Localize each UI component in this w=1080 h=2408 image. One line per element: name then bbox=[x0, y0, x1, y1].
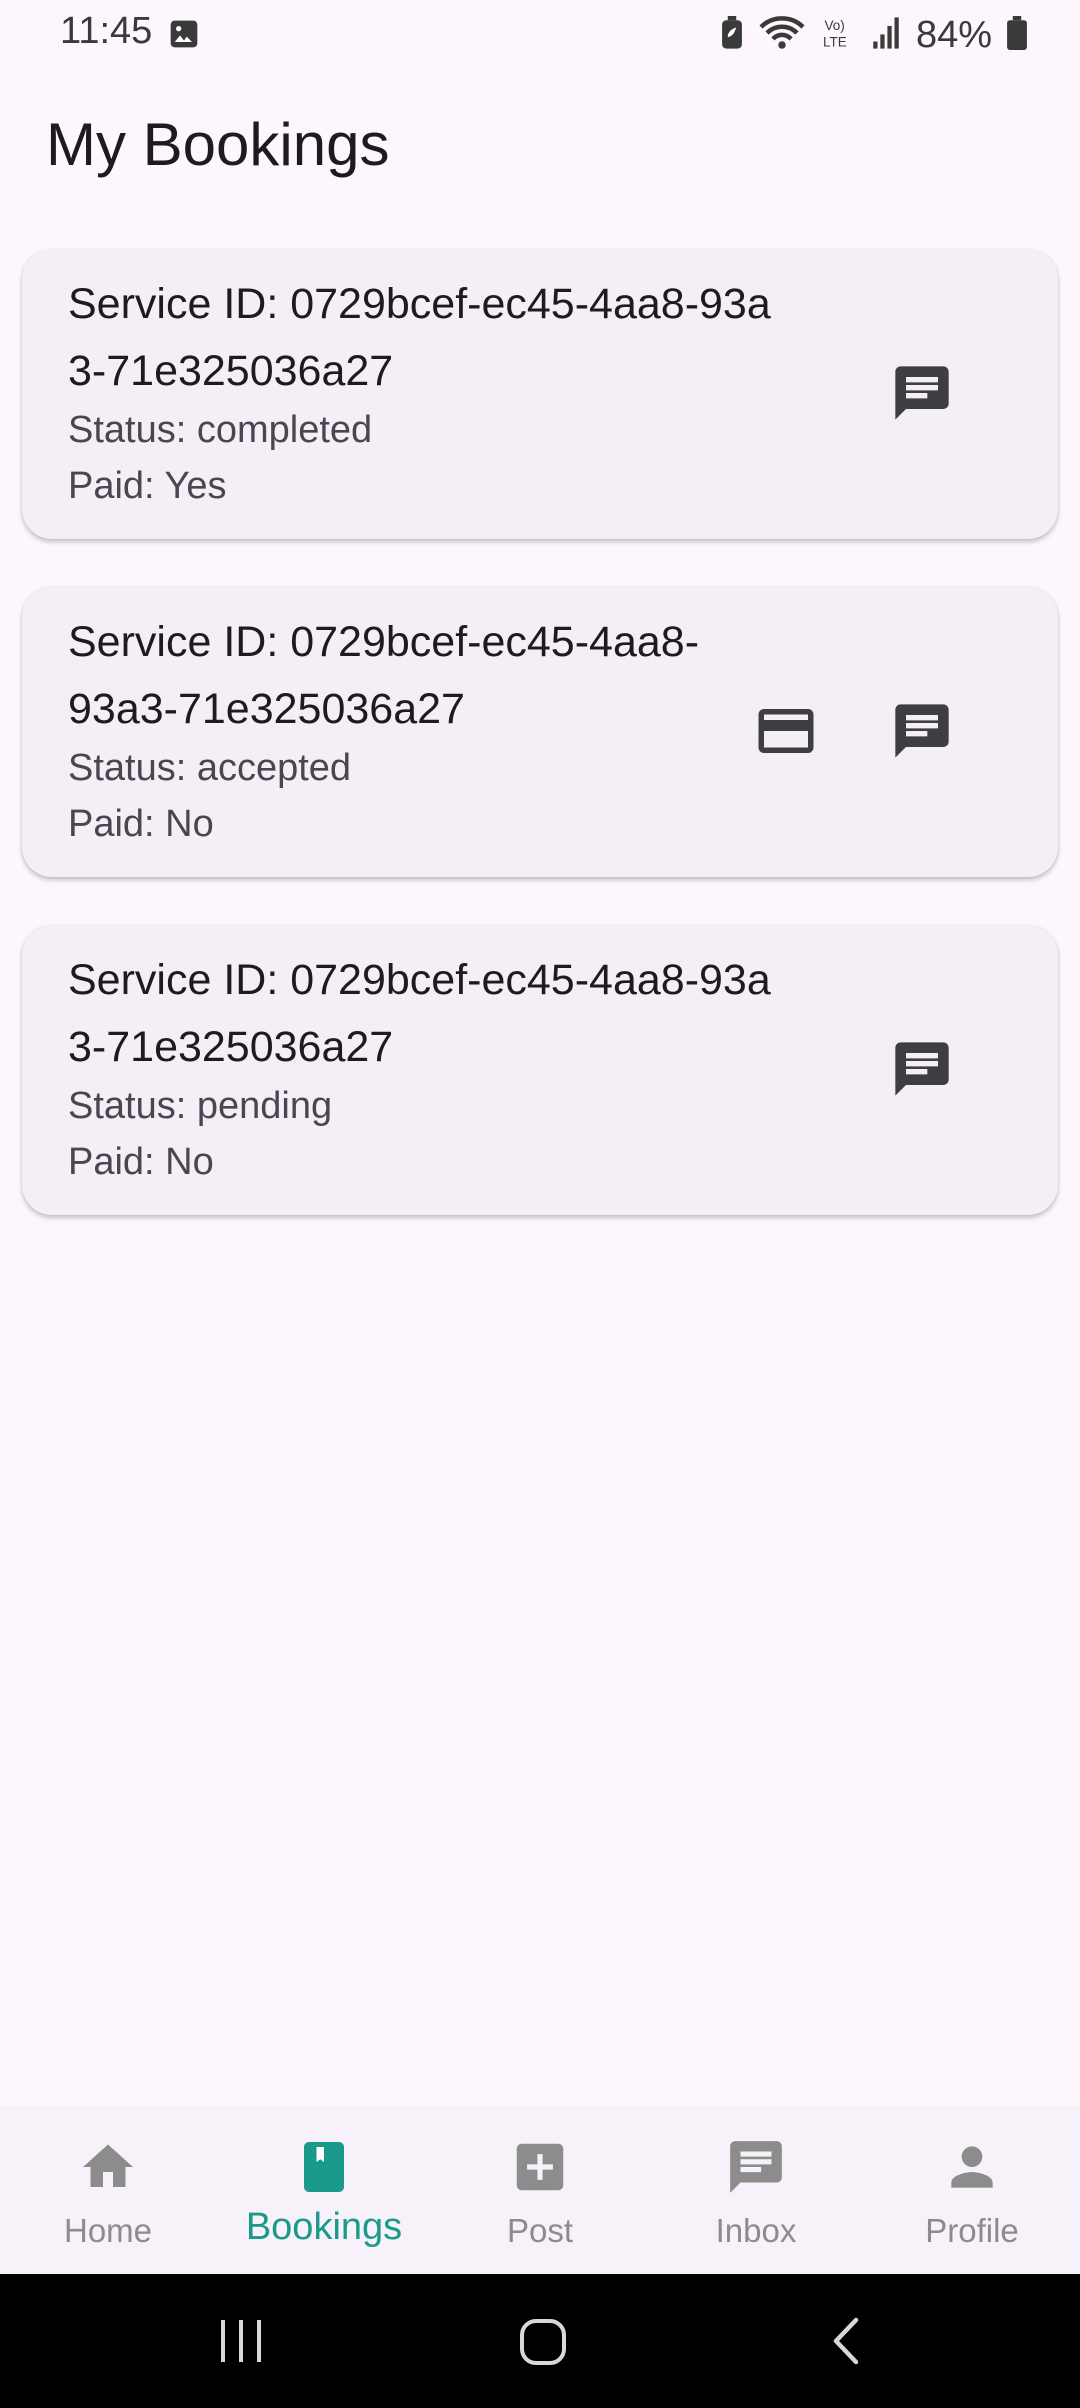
page-title: My Bookings bbox=[46, 111, 390, 178]
chat-icon bbox=[890, 1037, 954, 1106]
image-icon bbox=[168, 18, 200, 55]
payment-status: Paid: Yes bbox=[68, 465, 227, 507]
service-id: Service ID: 0729bcef-ec45-4aa8-93a3-71e3… bbox=[68, 956, 771, 1071]
person-icon bbox=[941, 2136, 1003, 2198]
status-bar: 11:45 Vo) LTE 84% bbox=[0, 0, 1080, 70]
svg-text:Vo): Vo) bbox=[824, 18, 844, 33]
nav-label: Inbox bbox=[715, 2212, 797, 2249]
system-navigation-bar bbox=[0, 2274, 1080, 2408]
nav-label: Home bbox=[63, 2212, 153, 2249]
service-id: Service ID: 0729bcef-ec45-4aa8-93a3-71e3… bbox=[68, 618, 700, 733]
volte-icon: Vo) LTE bbox=[820, 14, 856, 57]
nav-label: Bookings bbox=[245, 2206, 403, 2248]
svg-text:LTE: LTE bbox=[823, 34, 847, 49]
chat-icon bbox=[890, 361, 954, 430]
chat-icon bbox=[725, 2136, 787, 2198]
wifi-icon bbox=[758, 14, 806, 57]
booking-status: Status: accepted bbox=[68, 747, 352, 789]
bookings-icon bbox=[294, 2136, 354, 2198]
back-button[interactable] bbox=[826, 2314, 866, 2373]
battery-saver-icon bbox=[720, 15, 744, 55]
nav-item-home[interactable]: Home bbox=[0, 2106, 216, 2274]
chat-icon bbox=[890, 699, 954, 768]
booking-status: Status: pending bbox=[68, 1085, 333, 1127]
add-box-icon bbox=[509, 2136, 571, 2198]
battery-icon bbox=[1006, 15, 1028, 55]
payment-status: Paid: No bbox=[68, 803, 214, 845]
bottom-navigation: Home Bookings Post Inbox Profile bbox=[0, 2106, 1080, 2274]
home-icon bbox=[78, 2136, 138, 2198]
nav-item-bookings[interactable]: Bookings bbox=[216, 2106, 432, 2274]
chat-button[interactable] bbox=[886, 697, 958, 769]
payment-status: Paid: No bbox=[68, 1141, 214, 1183]
pay-button[interactable] bbox=[750, 697, 822, 769]
nav-item-profile[interactable]: Profile bbox=[864, 2106, 1080, 2274]
nav-label: Profile bbox=[925, 2212, 1019, 2249]
booking-card: Service ID: 0729bcef-ec45-4aa8-93a3-71e3… bbox=[22, 249, 1058, 539]
chat-button[interactable] bbox=[886, 359, 958, 431]
signal-icon bbox=[870, 16, 902, 55]
service-id: Service ID: 0729bcef-ec45-4aa8-93a3-71e3… bbox=[68, 280, 771, 395]
status-time: 11:45 bbox=[60, 10, 153, 52]
recent-apps-button[interactable] bbox=[216, 2314, 266, 2373]
home-button[interactable] bbox=[517, 2314, 569, 2373]
nav-item-post[interactable]: Post bbox=[432, 2106, 648, 2274]
booking-card: Service ID: 0729bcef-ec45-4aa8-93a3-71e3… bbox=[22, 587, 1058, 877]
nav-label: Post bbox=[506, 2212, 574, 2249]
chat-button[interactable] bbox=[886, 1035, 958, 1107]
nav-item-inbox[interactable]: Inbox bbox=[648, 2106, 864, 2274]
battery-percent: 84% bbox=[915, 13, 992, 56]
credit-card-icon bbox=[753, 698, 819, 769]
status-icons: Vo) LTE 84% bbox=[720, 12, 1028, 58]
booking-card: Service ID: 0729bcef-ec45-4aa8-93a3-71e3… bbox=[22, 925, 1058, 1215]
booking-status: Status: completed bbox=[68, 409, 373, 451]
